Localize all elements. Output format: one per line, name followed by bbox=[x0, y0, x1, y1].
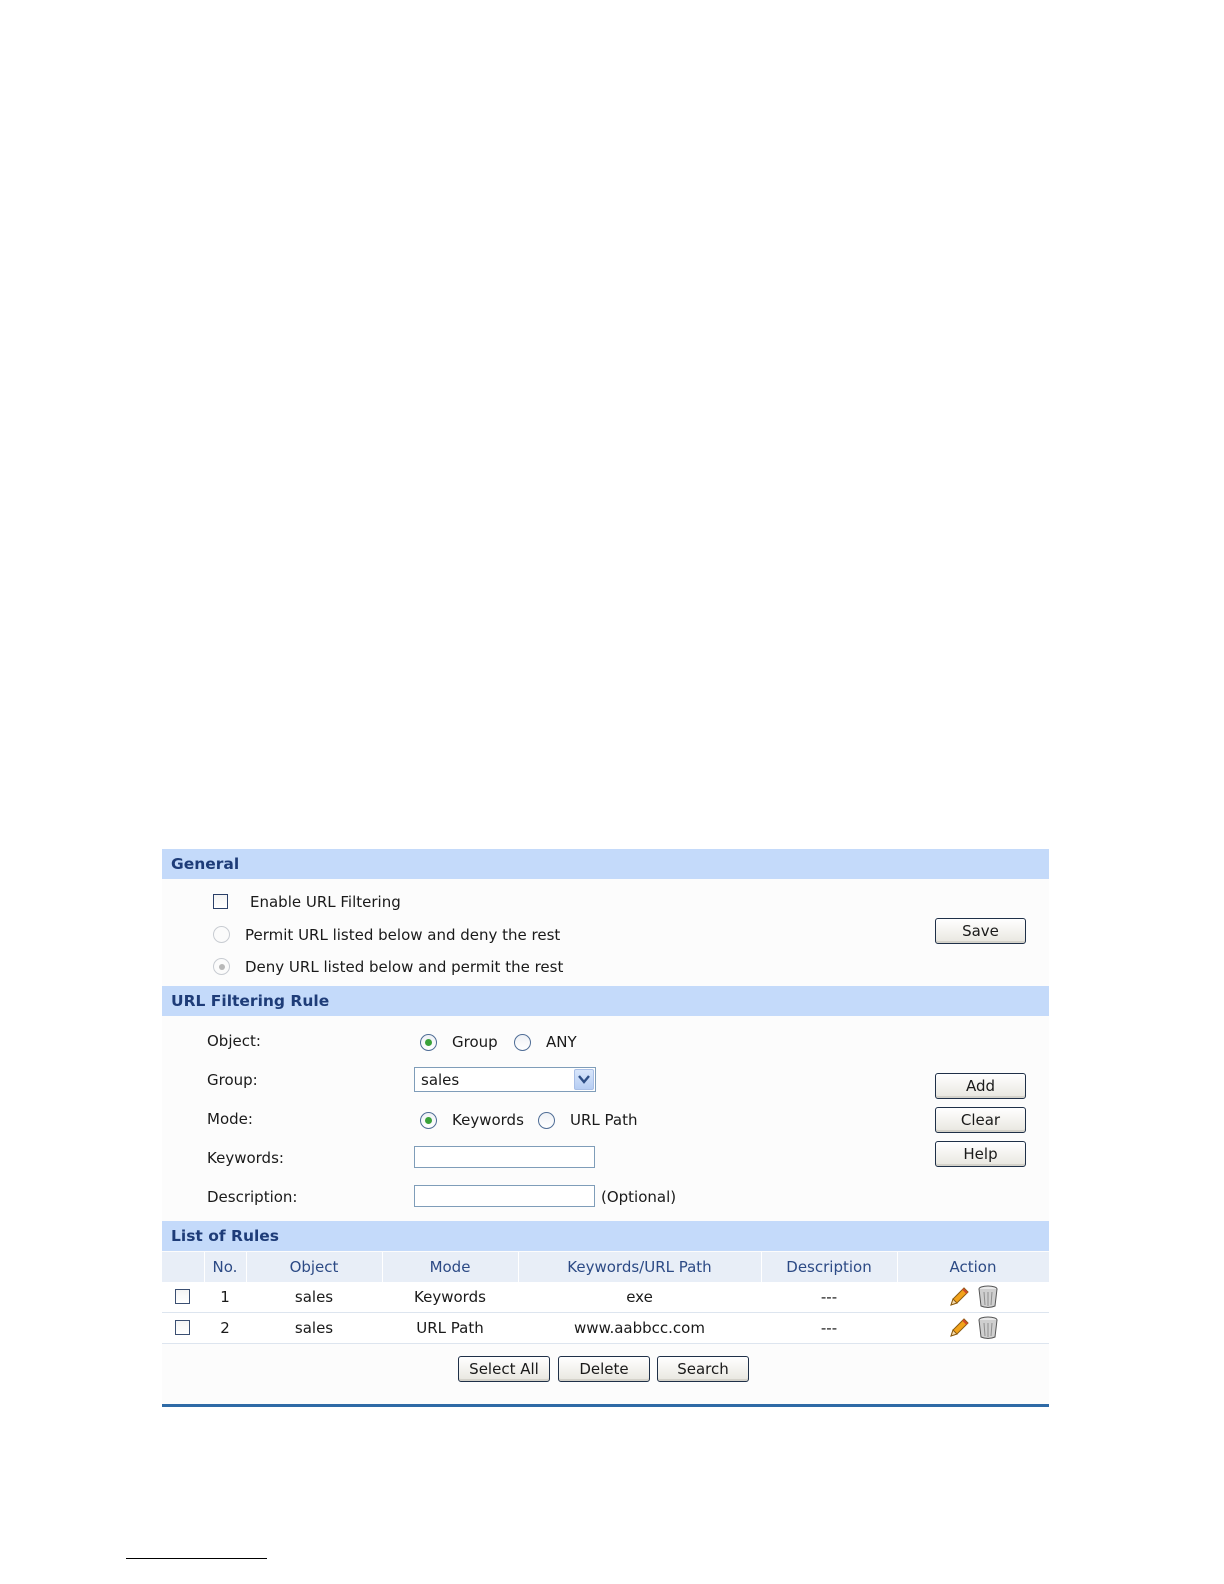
general-header: General bbox=[162, 849, 1049, 879]
row-description: --- bbox=[761, 1312, 897, 1344]
deny-url-label: Deny URL listed below and permit the res… bbox=[245, 958, 564, 976]
table-row: 2 sales URL Path www.aabbcc.com --- bbox=[162, 1312, 1049, 1344]
group-select[interactable]: sales bbox=[414, 1067, 596, 1092]
object-group-radio[interactable] bbox=[420, 1034, 437, 1051]
clear-button[interactable]: Clear bbox=[935, 1107, 1026, 1133]
row-mode: URL Path bbox=[382, 1312, 518, 1344]
enable-url-filtering-label: Enable URL Filtering bbox=[250, 893, 401, 911]
save-button[interactable]: Save bbox=[935, 918, 1026, 944]
optional-note: (Optional) bbox=[601, 1188, 677, 1206]
row-action bbox=[897, 1312, 1049, 1344]
mode-keywords-radio[interactable] bbox=[420, 1112, 437, 1129]
help-button[interactable]: Help bbox=[935, 1141, 1026, 1167]
url-filtering-rule-header: URL Filtering Rule bbox=[162, 986, 1049, 1016]
search-button[interactable]: Search bbox=[657, 1356, 749, 1382]
col-keywords-url-path: Keywords/URL Path bbox=[518, 1252, 762, 1282]
footnote-separator bbox=[126, 1558, 267, 1559]
row-object: sales bbox=[246, 1312, 382, 1344]
row-checkbox[interactable] bbox=[175, 1320, 190, 1335]
object-any-label: ANY bbox=[546, 1033, 577, 1051]
enable-url-filtering-checkbox[interactable] bbox=[213, 894, 228, 909]
row-mode: Keywords bbox=[382, 1282, 518, 1313]
row-no: 1 bbox=[204, 1282, 246, 1313]
table-header-row: No. Object Mode Keywords/URL Path Descri… bbox=[162, 1252, 1050, 1282]
keywords-input[interactable] bbox=[414, 1146, 595, 1168]
add-button[interactable]: Add bbox=[935, 1073, 1026, 1099]
object-any-radio[interactable] bbox=[514, 1034, 531, 1051]
delete-button[interactable]: Delete bbox=[558, 1356, 650, 1382]
row-no: 2 bbox=[204, 1312, 246, 1344]
permit-url-radio[interactable] bbox=[213, 926, 230, 943]
mode-label: Mode: bbox=[207, 1110, 253, 1128]
col-no: No. bbox=[204, 1252, 247, 1282]
mode-url-path-label: URL Path bbox=[570, 1111, 638, 1129]
row-select-cell bbox=[162, 1312, 204, 1344]
row-path: www.aabbcc.com bbox=[518, 1312, 761, 1344]
row-action bbox=[897, 1282, 1049, 1313]
col-select bbox=[162, 1252, 205, 1282]
col-object: Object bbox=[246, 1252, 383, 1282]
pencil-icon[interactable] bbox=[948, 1286, 970, 1308]
row-description: --- bbox=[761, 1282, 897, 1313]
pencil-icon[interactable] bbox=[948, 1317, 970, 1339]
trash-icon[interactable] bbox=[977, 1316, 999, 1340]
row-path: exe bbox=[518, 1282, 761, 1313]
mode-url-path-radio[interactable] bbox=[538, 1112, 555, 1129]
select-all-button[interactable]: Select All bbox=[458, 1356, 550, 1382]
rules-table: No. Object Mode Keywords/URL Path Descri… bbox=[162, 1252, 1050, 1344]
col-mode: Mode bbox=[382, 1252, 519, 1282]
list-of-rules-header: List of Rules bbox=[162, 1221, 1049, 1251]
deny-url-radio[interactable] bbox=[213, 958, 230, 975]
chevron-down-icon[interactable] bbox=[574, 1069, 594, 1090]
object-group-label: Group bbox=[452, 1033, 498, 1051]
description-input[interactable] bbox=[414, 1185, 595, 1207]
row-checkbox[interactable] bbox=[175, 1289, 190, 1304]
col-action: Action bbox=[897, 1252, 1050, 1282]
url-filtering-panel: General Enable URL Filtering Permit URL … bbox=[162, 849, 1050, 1407]
permit-url-label: Permit URL listed below and deny the res… bbox=[245, 926, 561, 944]
object-label: Object: bbox=[207, 1032, 261, 1050]
keywords-label: Keywords: bbox=[207, 1149, 284, 1167]
col-description: Description bbox=[761, 1252, 898, 1282]
trash-icon[interactable] bbox=[977, 1285, 999, 1309]
group-label: Group: bbox=[207, 1071, 258, 1089]
row-object: sales bbox=[246, 1282, 382, 1313]
mode-keywords-label: Keywords bbox=[452, 1111, 524, 1129]
panel-bottom-divider bbox=[162, 1404, 1049, 1407]
description-label: Description: bbox=[207, 1188, 298, 1206]
row-select-cell bbox=[162, 1282, 204, 1313]
group-select-value: sales bbox=[421, 1071, 460, 1089]
table-row: 1 sales Keywords exe --- bbox=[162, 1282, 1049, 1313]
